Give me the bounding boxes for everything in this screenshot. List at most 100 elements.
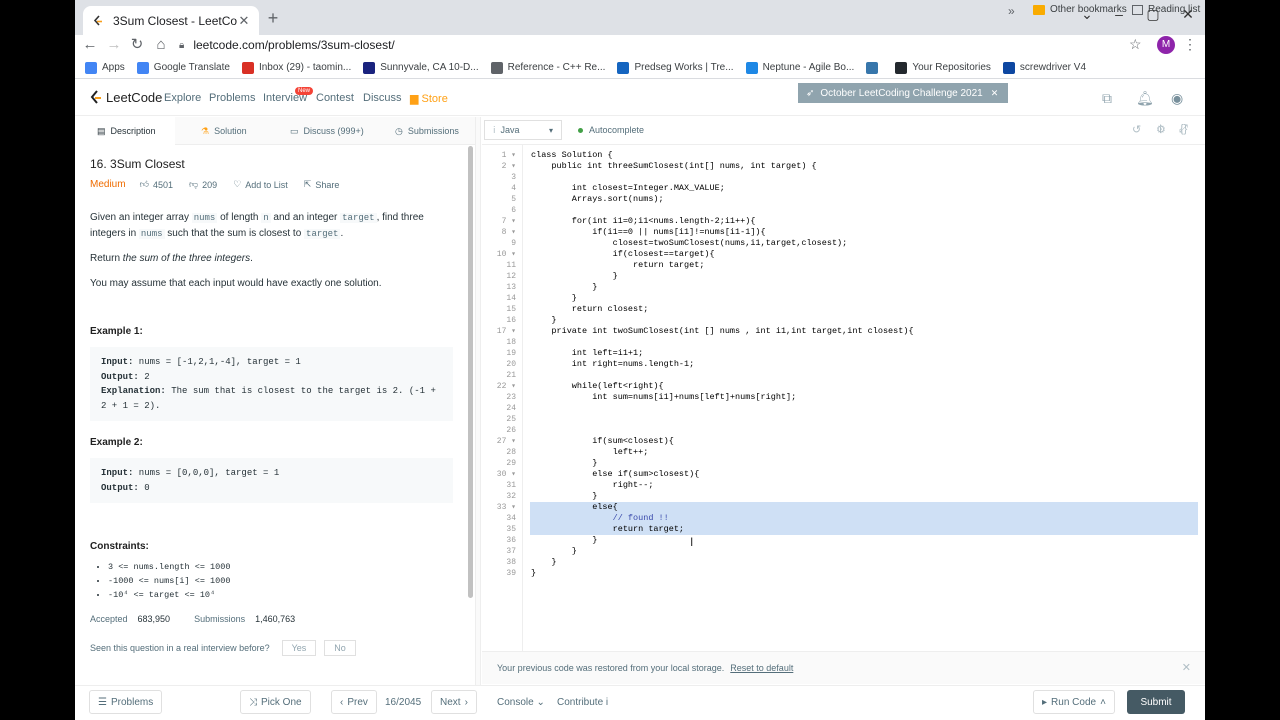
problem-statement: Given an integer array nums of length n … xyxy=(90,210,450,242)
bookmark-label: Sunnyvale, CA 10-D... xyxy=(380,62,479,73)
code-line: } xyxy=(531,491,598,501)
tab-solution[interactable]: ⚗ Solution xyxy=(175,117,275,145)
inline-code: target xyxy=(340,213,377,223)
reload-icon[interactable]: ↻ xyxy=(128,36,146,54)
submit-button[interactable]: Submit xyxy=(1127,690,1185,714)
bookmark-item[interactable]: screwdriver V4 xyxy=(1002,61,1087,74)
forward-icon[interactable]: → xyxy=(105,36,123,54)
nav-explore[interactable]: Explore xyxy=(164,92,201,104)
close-notice-icon[interactable]: ✕ xyxy=(1182,661,1191,674)
line-number: 35 xyxy=(506,525,516,534)
logo-text: LeetCode xyxy=(106,90,163,105)
reset-code-icon[interactable]: ↺ xyxy=(1132,123,1141,136)
close-tab-icon[interactable]: ✕ xyxy=(237,13,251,29)
code-line: return target; xyxy=(531,524,685,534)
store-icon: ▆ xyxy=(410,93,422,105)
autocomplete-toggle[interactable]: Autocomplete xyxy=(578,125,644,135)
add-to-list-button[interactable]: ♡ Add to List xyxy=(233,179,288,190)
add-to-list-label: Add to List xyxy=(245,179,288,190)
tab-submissions[interactable]: ◷ Submissions xyxy=(378,117,475,145)
no-button[interactable]: No xyxy=(324,640,356,656)
difficulty-badge: Medium xyxy=(90,179,126,190)
bookmark-item[interactable]: Your Repositories xyxy=(895,61,991,74)
description-scrollbar[interactable] xyxy=(468,146,473,598)
bookmark-item[interactable]: Inbox (29) - taomin... xyxy=(241,61,351,74)
bookmark-item[interactable]: Reference - C++ Re... xyxy=(490,61,605,74)
line-number: 36 xyxy=(506,536,516,545)
nav-discuss[interactable]: Discuss xyxy=(363,92,402,104)
statement-text: . xyxy=(250,253,253,264)
nav-problems[interactable]: Problems xyxy=(209,92,255,104)
console-toggle[interactable]: Console ⌄ xyxy=(497,697,545,708)
bookmark-item[interactable]: Apps xyxy=(85,61,125,74)
line-number: 31 xyxy=(506,481,516,490)
line-number: 13 xyxy=(506,283,516,292)
leetcode-logo[interactable]: LeetCode xyxy=(89,90,162,105)
settings-icon[interactable]: ⚙ xyxy=(1156,123,1166,136)
back-icon[interactable]: ← xyxy=(81,36,99,54)
bookmarks-bar: Apps Google Translate Inbox (29) - taomin.… xyxy=(75,57,1205,79)
code-line: return target; xyxy=(531,260,705,270)
like-button[interactable]: 👍︎ 4501 xyxy=(140,179,173,190)
yes-button[interactable]: Yes xyxy=(281,640,317,656)
tab-discuss[interactable]: ▭ Discuss (999+) xyxy=(275,117,378,145)
problems-button[interactable]: ☰ Problems xyxy=(89,690,163,714)
other-bookmarks[interactable]: Other bookmarks xyxy=(1033,4,1127,15)
pick-one-button[interactable]: ⤨ Pick One xyxy=(240,690,311,714)
line-number: 5 xyxy=(511,195,516,204)
bookmark-item[interactable]: Neptune - Agile Bo... xyxy=(745,61,854,74)
reading-list[interactable]: Reading list xyxy=(1132,4,1200,15)
run-code-button[interactable]: ▸ Run Code ˄ xyxy=(1033,690,1115,714)
bookmark-item[interactable]: Sunnyvale, CA 10-D... xyxy=(363,61,479,74)
bookmark-star-icon[interactable]: ☆ xyxy=(1129,36,1142,53)
challenge-banner[interactable]: ➶ October LeetCoding Challenge 2021 ✕ xyxy=(798,83,1008,103)
new-tab-icon[interactable]: + xyxy=(263,9,283,27)
home-icon[interactable]: ⌂ xyxy=(152,36,170,54)
profile-avatar[interactable]: M xyxy=(1157,36,1175,54)
playground-icon[interactable]: ⧉ xyxy=(1102,90,1112,107)
folder-icon xyxy=(1033,4,1045,15)
code-line: for(int i1=0;i1<nums.length-2;i1++){ xyxy=(531,216,756,226)
language-select[interactable]: ⅰ Java ▾ xyxy=(484,120,562,140)
next-button[interactable]: Next › xyxy=(431,690,477,714)
fullscreen-icon[interactable]: ⤢ xyxy=(1179,123,1188,136)
share-button[interactable]: ⇱ Share xyxy=(304,179,340,190)
statement-text: of length xyxy=(217,212,262,223)
example-1-block: Input: nums = [-1,2,1,-4], target = 1 Ou… xyxy=(90,347,453,421)
user-account-icon[interactable]: ◉ xyxy=(1171,90,1183,107)
next-label: Next xyxy=(440,696,461,708)
nav-contest[interactable]: Contest xyxy=(316,92,354,104)
dislike-button[interactable]: 👎︎ 209 xyxy=(189,179,217,190)
bookmarks-more-icon[interactable]: » xyxy=(1008,4,1015,18)
menu-kebab-icon[interactable]: ⋮ xyxy=(1183,36,1197,53)
nav-store[interactable]: ▆ Store xyxy=(410,92,448,105)
reset-to-default-link[interactable]: Reset to default xyxy=(730,663,793,673)
notification-bell-icon[interactable]: 🔔︎ xyxy=(1136,90,1154,107)
address-bar[interactable]: 🔒︎ leetcode.com/problems/3sum-closest/ xyxy=(179,35,1159,55)
code-line: Arrays.sort(nums); xyxy=(531,194,664,204)
browser-toolbar: ← → ↻ ⌂ 🔒︎ leetcode.com/problems/3sum-cl… xyxy=(75,35,1205,56)
code-editor[interactable]: 1 ▾ 2 ▾ 3 4 5 6 7 ▾ 8 ▾ 9 10 ▾ 11 12 13 14 15… xyxy=(482,145,1205,651)
tab-description[interactable]: ▤ Description xyxy=(75,117,175,145)
statement-text: and an integer xyxy=(270,212,341,223)
prev-button[interactable]: ‹ Prev xyxy=(331,690,377,714)
input-value: nums = [-1,2,1,-4], target = 1 xyxy=(133,357,301,367)
close-banner-icon[interactable]: ✕ xyxy=(991,88,999,99)
line-number: 21 xyxy=(506,371,516,380)
line-number: 28 xyxy=(506,448,516,457)
bookmark-label: screwdriver V4 xyxy=(1019,62,1087,73)
bookmark-item[interactable]: Google Translate xyxy=(136,61,230,74)
browser-tab[interactable]: 3Sum Closest - LeetCode ✕ xyxy=(83,6,259,35)
line-number: 15 xyxy=(506,305,516,314)
contribute-link[interactable]: Contribute i xyxy=(557,697,608,708)
heart-icon: ♡ xyxy=(233,179,242,189)
reading-list-label: Reading list xyxy=(1148,4,1201,15)
bookmark-label: Apps xyxy=(102,62,125,73)
bookmark-item[interactable]: Predseg Works | Tre... xyxy=(617,61,734,74)
share-label: Share xyxy=(315,179,340,190)
line-number: 19 xyxy=(506,349,516,358)
bookmark-item[interactable] xyxy=(866,61,883,74)
pane-divider[interactable] xyxy=(475,117,481,687)
output-label: Output: xyxy=(101,371,139,382)
line-number: 38 xyxy=(506,558,516,567)
